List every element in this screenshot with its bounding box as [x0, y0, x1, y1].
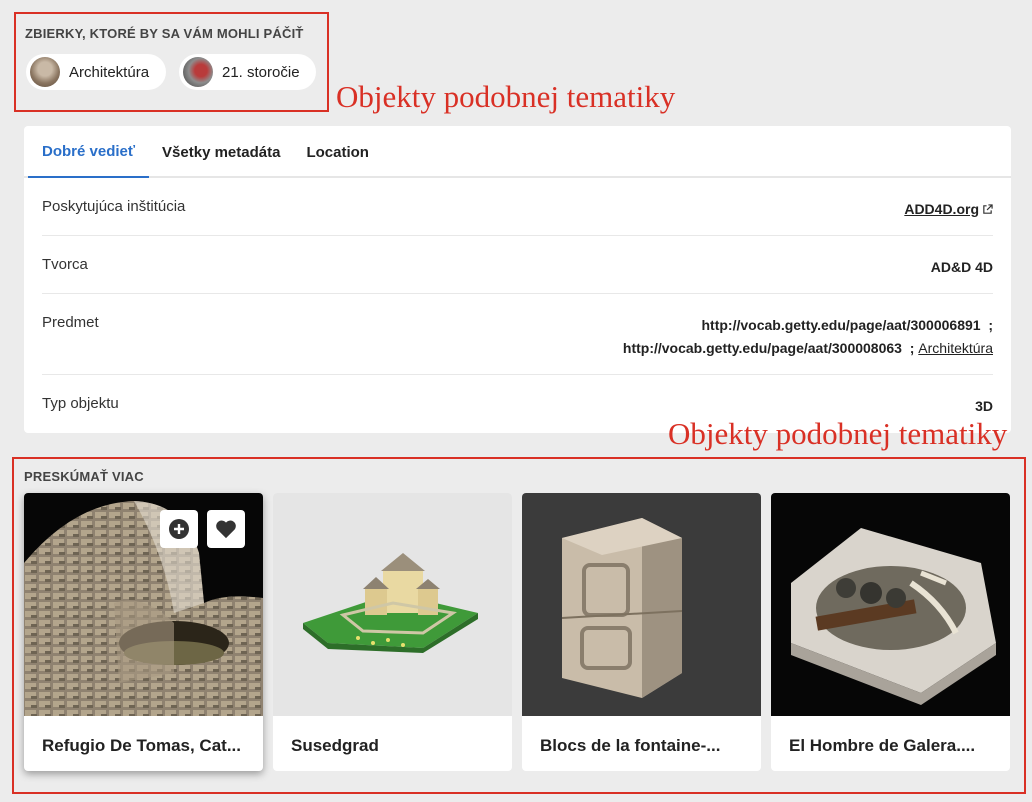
burial-model-image: [791, 528, 996, 705]
explore-title: PRESKÚMAŤ VIAC: [24, 469, 144, 484]
object-card[interactable]: Blocs de la fontaine-...: [522, 493, 761, 771]
tab-good-to-know[interactable]: Dobré vedieť: [28, 126, 150, 178]
detail-value: AD&D 4D: [930, 259, 993, 275]
subject-line-2: http://vocab.getty.edu/page/aat/30000806…: [623, 337, 993, 360]
detail-value: http://vocab.getty.edu/page/aat/30000689…: [623, 314, 993, 374]
annotation-label-top: Objekty podobnej tematiky: [336, 79, 676, 114]
detail-row-institution: Poskytujúca inštitúcia ADD4D.org: [42, 178, 993, 236]
plus-circle-icon: [169, 519, 189, 539]
chip-label: 21. storočie: [222, 63, 300, 81]
object-card[interactable]: Susedgrad: [273, 493, 512, 771]
object-card[interactable]: El Hombre de Galera....: [771, 493, 1010, 771]
collections-title: ZBIERKY, KTORÉ BY SA VÁM MOHLI PÁČIŤ: [25, 26, 304, 41]
chip-thumbnail: [30, 57, 60, 87]
external-link-icon: [983, 204, 993, 214]
favorite-button[interactable]: [207, 510, 245, 548]
collection-chip-21st-century[interactable]: 21. storočie: [179, 54, 316, 90]
object-thumbnail: [771, 493, 1010, 716]
subject-link-architecture[interactable]: Architektúra: [918, 340, 993, 356]
detail-key: Tvorca: [42, 256, 88, 273]
tab-bar: Dobré vedieť Všetky metadáta Location: [24, 126, 1011, 178]
tab-all-metadata[interactable]: Všetky metadáta: [149, 126, 293, 178]
subject-line-2-text: http://vocab.getty.edu/page/aat/30000806…: [622, 340, 915, 356]
heart-icon: [216, 520, 236, 539]
castle-model-image: [303, 553, 478, 653]
object-card[interactable]: Refugio De Tomas, Cat...: [24, 493, 263, 771]
collection-chip-architecture[interactable]: Architektúra: [26, 54, 166, 90]
detail-key: Typ objektu: [42, 395, 119, 412]
add-to-collection-button[interactable]: [160, 510, 198, 548]
tab-location[interactable]: Location: [293, 126, 382, 178]
object-card-title: Blocs de la fontaine-...: [540, 736, 721, 755]
explore-more-section: PRESKÚMAŤ VIAC Refugio De Tomas, Cat... …: [12, 457, 1026, 794]
object-card-title: El Hombre de Galera....: [789, 736, 976, 755]
institution-link[interactable]: ADD4D.org: [904, 201, 979, 217]
detail-key: Predmet: [42, 314, 99, 331]
detail-key: Poskytujúca inštitúcia: [42, 198, 186, 215]
chip-thumbnail: [183, 57, 213, 87]
object-card-title: Refugio De Tomas, Cat...: [42, 736, 241, 755]
object-card-title: Susedgrad: [291, 736, 379, 755]
detail-value: ADD4D.org: [904, 198, 993, 235]
stone-block-image: [561, 518, 683, 698]
collections-section: ZBIERKY, KTORÉ BY SA VÁM MOHLI PÁČIŤ Arc…: [14, 12, 329, 112]
detail-row-subject: Predmet http://vocab.getty.edu/page/aat/…: [42, 294, 993, 375]
object-thumbnail: [522, 493, 761, 716]
chip-label: Architektúra: [69, 63, 150, 81]
detail-row-creator: Tvorca AD&D 4D: [42, 236, 993, 294]
object-thumbnail: [273, 493, 512, 716]
annotation-label-bottom: Objekty podobnej tematiky: [668, 416, 1008, 451]
details-panel: Dobré vedieť Všetky metadáta Location Po…: [24, 126, 1011, 433]
subject-line-1: http://vocab.getty.edu/page/aat/30000689…: [701, 317, 993, 333]
